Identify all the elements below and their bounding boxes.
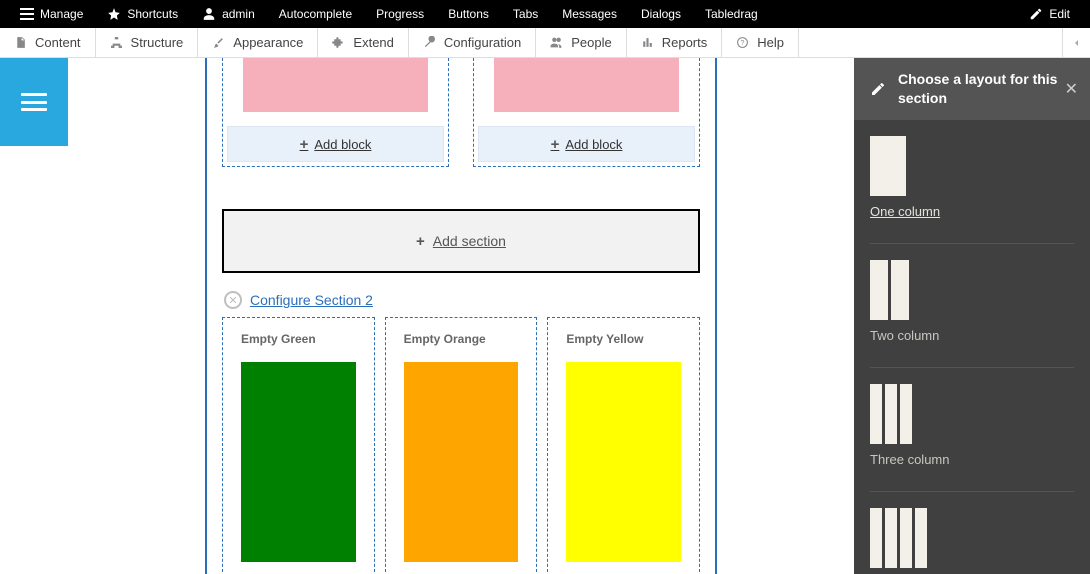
- section-2-header: ✕ Configure Section 2: [222, 291, 700, 309]
- add-block-button[interactable]: Add block: [227, 126, 444, 162]
- appearance-item[interactable]: Appearance: [198, 28, 318, 58]
- tree-icon: [110, 36, 123, 49]
- panel-body: One column Two column Three column Four …: [854, 120, 1090, 574]
- plus-icon: [416, 233, 425, 250]
- user-menu[interactable]: admin: [190, 0, 267, 28]
- nav-progress[interactable]: Progress: [364, 0, 436, 28]
- block-orange[interactable]: [404, 362, 519, 562]
- plus-icon: [300, 136, 309, 153]
- divider: [870, 367, 1074, 368]
- panel-title: Choose a layout for this section: [898, 70, 1074, 108]
- hamburger-icon: [20, 8, 34, 20]
- primary-toolbar: Manage Shortcuts admin Autocomplete Prog…: [0, 0, 1090, 28]
- extend-item[interactable]: Extend: [318, 28, 408, 58]
- layout-thumb-icon: [870, 136, 1074, 196]
- add-block-label: Add block: [314, 137, 371, 152]
- people-item[interactable]: People: [536, 28, 626, 58]
- add-block-button[interactable]: Add block: [478, 126, 695, 162]
- configuration-item[interactable]: Configuration: [409, 28, 536, 58]
- structure-item[interactable]: Structure: [96, 28, 199, 58]
- paint-icon: [212, 36, 225, 49]
- user-label: admin: [222, 7, 255, 21]
- pencil-icon: [870, 81, 886, 97]
- section-2-col-2[interactable]: Empty Orange: [385, 317, 538, 574]
- puzzle-icon: [332, 36, 345, 49]
- divider: [870, 243, 1074, 244]
- shortcuts-menu[interactable]: Shortcuts: [95, 0, 190, 28]
- block-title: Empty Yellow: [566, 332, 681, 346]
- nav-messages[interactable]: Messages: [550, 0, 629, 28]
- remove-section-button[interactable]: ✕: [224, 291, 242, 309]
- reports-item[interactable]: Reports: [627, 28, 723, 58]
- file-icon: [14, 36, 27, 49]
- nav-dialogs[interactable]: Dialogs: [629, 0, 693, 28]
- layout-option-two-column[interactable]: Two column: [870, 260, 1074, 343]
- layout-thumb-icon: [870, 260, 1074, 320]
- edit-toggle[interactable]: Edit: [1017, 0, 1082, 28]
- block-green[interactable]: [241, 362, 356, 562]
- svg-text:?: ?: [741, 40, 745, 47]
- block-pink-1[interactable]: [243, 58, 428, 112]
- layout-option-three-column[interactable]: Three column: [870, 384, 1074, 467]
- help-item[interactable]: ? Help: [722, 28, 799, 58]
- layout-settings-panel: Choose a layout for this section ✕ One c…: [854, 58, 1090, 574]
- section-2-columns: Empty Green Empty Orange Empty Yellow: [222, 317, 700, 574]
- block-pink-2[interactable]: [494, 58, 679, 112]
- nav-buttons[interactable]: Buttons: [436, 0, 501, 28]
- layout-canvas: Add block Add block Add section ✕ Config…: [205, 58, 717, 574]
- block-yellow[interactable]: [566, 362, 681, 562]
- layout-thumb-icon: [870, 384, 1074, 444]
- plus-icon: [551, 136, 560, 153]
- edit-label: Edit: [1049, 7, 1070, 21]
- chart-icon: [641, 36, 654, 49]
- nav-autocomplete[interactable]: Autocomplete: [267, 0, 364, 28]
- layout-option-label: Three column: [870, 452, 1074, 467]
- layout-option-label: One column: [870, 204, 1074, 219]
- section-1-col-1[interactable]: Add block: [222, 58, 449, 167]
- nav-tabledrag[interactable]: Tabledrag: [693, 0, 770, 28]
- block-title: Empty Orange: [404, 332, 519, 346]
- block-title: Empty Green: [241, 332, 356, 346]
- add-section-label: Add section: [433, 233, 506, 249]
- add-block-label: Add block: [565, 137, 622, 152]
- nav-tabs[interactable]: Tabs: [501, 0, 550, 28]
- close-icon: ✕: [228, 294, 237, 307]
- content-item[interactable]: Content: [0, 28, 96, 58]
- configure-section-link[interactable]: Configure Section 2: [250, 292, 373, 308]
- help-icon: ?: [736, 36, 749, 49]
- layout-option-four-column[interactable]: Four column: [870, 508, 1074, 574]
- section-1-col-2[interactable]: Add block: [473, 58, 700, 167]
- panel-close-button[interactable]: ✕: [1065, 79, 1078, 99]
- close-icon: ✕: [1065, 81, 1078, 98]
- layout-option-label: Two column: [870, 328, 1074, 343]
- user-icon: [202, 7, 216, 21]
- toolbar-orientation-toggle[interactable]: [1062, 28, 1090, 58]
- manage-menu[interactable]: Manage: [8, 0, 95, 28]
- manage-label: Manage: [40, 7, 83, 21]
- star-icon: [107, 7, 121, 21]
- layout-option-one-column[interactable]: One column: [870, 136, 1074, 219]
- section-1-columns: Add block Add block: [222, 58, 700, 167]
- shortcuts-label: Shortcuts: [127, 7, 178, 21]
- section-2-col-1[interactable]: Empty Green: [222, 317, 375, 574]
- layout-thumb-icon: [870, 508, 1074, 568]
- pencil-icon: [1029, 7, 1043, 21]
- people-icon: [550, 36, 563, 49]
- wrench-icon: [423, 36, 436, 49]
- divider: [870, 491, 1074, 492]
- admin-menu: Content Structure Appearance Extend Conf…: [0, 28, 1090, 58]
- panel-header: Choose a layout for this section ✕: [854, 58, 1090, 120]
- arrow-left-icon: [1071, 37, 1083, 49]
- section-2-col-3[interactable]: Empty Yellow: [547, 317, 700, 574]
- add-section-button[interactable]: Add section: [222, 209, 700, 273]
